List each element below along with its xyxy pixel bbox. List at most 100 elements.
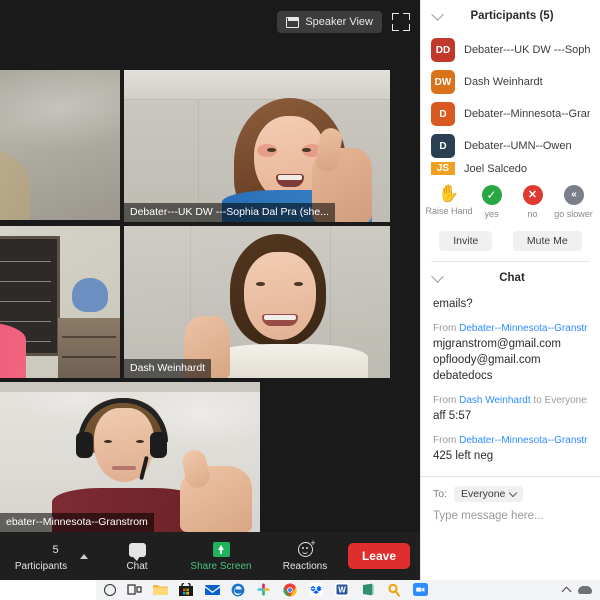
yes-label: yes xyxy=(484,209,499,219)
chat-message: mjgranstrom@gmail.com xyxy=(433,338,561,350)
no-label: no xyxy=(527,209,538,219)
participant-name: Debater---UK DW ---Sophia Dal xyxy=(464,44,590,56)
task-view-icon[interactable] xyxy=(127,583,142,598)
participant-row[interactable]: DD Debater---UK DW ---Sophia Dal xyxy=(421,34,600,66)
chat-message-input[interactable]: Type message here... xyxy=(421,502,600,522)
participant-row[interactable]: D Debater--Minnesota--Granstrom xyxy=(421,98,600,130)
chat-button[interactable]: Chat xyxy=(106,534,168,578)
meeting-controls-toolbar: 5 Participants Chat Share Screen + React… xyxy=(0,532,420,580)
caret-up-icon[interactable] xyxy=(80,553,88,559)
video-detail xyxy=(150,432,167,458)
video-tile-granstrom[interactable]: ebater--Minnesota--Granstrom xyxy=(0,382,260,532)
people-icon xyxy=(23,543,49,557)
video-detail xyxy=(58,318,120,378)
video-tile-name: Dash Weinhardt xyxy=(124,359,212,378)
windows-taskbar: W xyxy=(0,580,600,600)
layout-icon xyxy=(286,16,300,28)
file-explorer-icon[interactable] xyxy=(153,583,168,598)
check-circle-icon: ✓ xyxy=(481,185,502,205)
slack-icon[interactable] xyxy=(257,583,272,598)
video-tile-sophia[interactable]: Debater---UK DW ---Sophia Dal Pra (she..… xyxy=(124,70,390,222)
chat-from-suffix: to Everyone: xyxy=(530,395,588,406)
video-detail xyxy=(244,252,316,340)
share-screen-button[interactable]: Share Screen xyxy=(190,534,252,578)
participants-label: Participants xyxy=(14,560,68,572)
mute-me-button[interactable]: Mute Me xyxy=(512,231,582,251)
onenote-icon[interactable] xyxy=(361,583,376,598)
participants-button[interactable]: 5 Participants xyxy=(10,534,72,578)
participant-row[interactable]: D Debater--UMN--Owen xyxy=(421,130,600,162)
avatar: DW xyxy=(431,70,455,94)
chat-panel-title: Chat xyxy=(499,272,525,284)
avatar: DD xyxy=(431,38,455,62)
go-slower-button[interactable]: « go slower xyxy=(553,185,594,219)
video-grid: Speaker View Debater---UK DW ---Sophia D… xyxy=(0,0,420,580)
chat-from-prefix: From xyxy=(433,323,460,334)
video-tile[interactable] xyxy=(0,70,120,220)
microsoft-store-icon[interactable] xyxy=(179,580,194,598)
video-tile-dash[interactable]: Dash Weinhardt xyxy=(124,226,390,378)
rewind-icon: « xyxy=(563,185,584,205)
raise-hand-button[interactable]: ✋ Raise Hand xyxy=(425,184,473,216)
participants-list: DD Debater---UK DW ---Sophia Dal DW Dash… xyxy=(421,32,600,175)
chat-message-sender: From Dash Weinhardt to Everyone: xyxy=(433,393,588,408)
taskbar-search-area[interactable] xyxy=(0,580,96,600)
video-detail xyxy=(136,440,144,443)
video-detail xyxy=(294,282,303,286)
share-screen-label: Share Screen xyxy=(190,560,252,572)
edge-icon[interactable] xyxy=(231,583,246,598)
video-detail xyxy=(124,70,390,100)
onedrive-icon[interactable] xyxy=(578,586,592,594)
mail-icon[interactable] xyxy=(205,583,220,598)
participant-row[interactable]: JS Joel Salcedo xyxy=(421,162,600,175)
reactions-button[interactable]: + Reactions xyxy=(274,534,336,578)
chat-message-list[interactable]: emails? From Debater--Minnesota--Granstr… xyxy=(421,294,600,464)
taskbar-tray xyxy=(561,585,600,597)
x-circle-icon: ✕ xyxy=(522,185,543,205)
chat-sender-name: Debater--Minnesota--Granstrom xyxy=(459,435,588,446)
video-detail xyxy=(0,382,260,392)
invite-button[interactable]: Invite xyxy=(439,231,493,251)
chat-message-sender: From Debater--Minnesota--Granstrom to E xyxy=(433,433,588,448)
chevron-up-icon[interactable] xyxy=(561,586,572,597)
chat-to-label: To: xyxy=(433,488,448,500)
participant-actions-row: Invite Mute Me xyxy=(421,223,600,261)
chat-message: debatedocs xyxy=(433,370,493,382)
video-detail xyxy=(208,344,368,378)
chat-bubble-icon xyxy=(128,542,146,561)
chrome-icon[interactable] xyxy=(283,582,298,598)
video-detail xyxy=(302,148,311,152)
chevron-down-icon xyxy=(509,488,518,497)
search-magnifier-icon[interactable] xyxy=(387,583,402,598)
word-icon[interactable]: W xyxy=(335,582,350,598)
zoom-icon[interactable] xyxy=(413,582,428,598)
video-detail xyxy=(180,466,252,532)
fullscreen-icon[interactable] xyxy=(392,13,410,31)
smiley-plus-icon: + xyxy=(297,539,316,557)
chat-label: Chat xyxy=(126,560,148,572)
participant-reactions-row: ✋ Raise Hand ✓ yes ✕ no « go slower xyxy=(421,175,600,223)
yes-button[interactable]: ✓ yes xyxy=(471,185,512,219)
participant-name: Joel Salcedo xyxy=(464,162,527,175)
participant-row[interactable]: DW Dash Weinhardt xyxy=(421,66,600,98)
leave-button[interactable]: Leave xyxy=(347,543,410,569)
chat-panel-header: Chat xyxy=(421,262,600,294)
chat-recipient-value: Everyone xyxy=(461,488,506,500)
video-detail xyxy=(267,148,276,152)
dropbox-icon[interactable] xyxy=(309,582,324,598)
cortana-circle-icon[interactable] xyxy=(104,584,116,596)
raise-hand-icon: ✋ xyxy=(438,184,460,203)
no-button[interactable]: ✕ no xyxy=(512,185,553,219)
chat-recipient-dropdown[interactable]: Everyone xyxy=(454,486,524,502)
raise-hand-label: Raise Hand xyxy=(425,206,473,216)
participants-panel-title: Participants (5) xyxy=(470,10,554,22)
speaker-view-label: Speaker View xyxy=(305,16,373,28)
zoom-meeting-window: Speaker View Debater---UK DW ---Sophia D… xyxy=(0,0,600,600)
participants-count: 5 xyxy=(52,543,59,556)
share-screen-icon xyxy=(212,542,230,557)
participants-panel-header: Participants (5) xyxy=(421,0,600,32)
participant-name: Debater--Minnesota--Granstrom xyxy=(464,108,590,120)
speaker-view-button[interactable]: Speaker View xyxy=(277,11,382,33)
video-tile[interactable] xyxy=(0,226,120,378)
video-tile-name: Debater---UK DW ---Sophia Dal Pra (she..… xyxy=(124,203,335,222)
